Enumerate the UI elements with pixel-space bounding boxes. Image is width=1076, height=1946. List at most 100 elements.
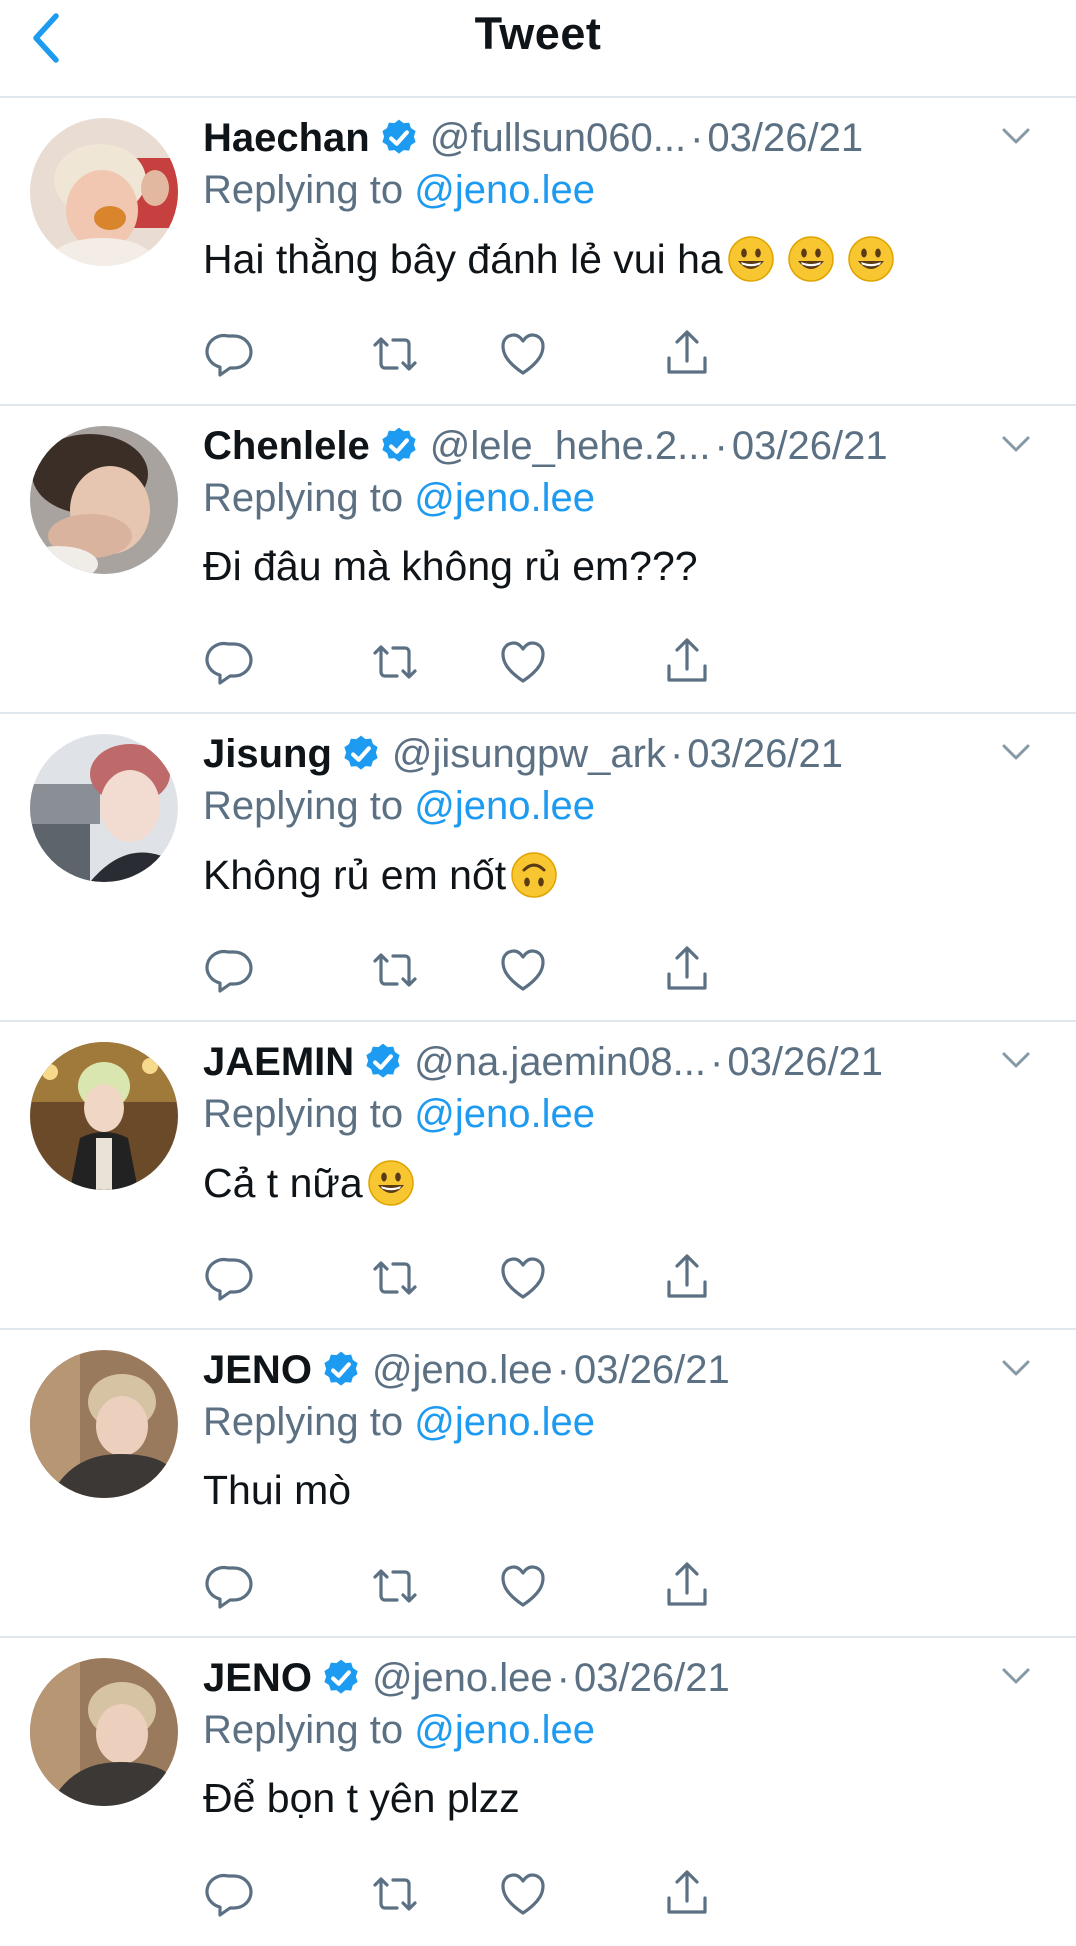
user-handle[interactable]: @jeno.lee [372, 1348, 553, 1393]
tweet-reply[interactable]: JENO @jeno.lee · 03/26/21 Replying to @j… [0, 1330, 1076, 1638]
upside-down-face-emoji [511, 852, 557, 898]
display-name[interactable]: Jisung [203, 732, 332, 777]
chevron-down-icon [1002, 1360, 1030, 1376]
more-options-button[interactable] [996, 424, 1036, 464]
retweet-icon [373, 1261, 417, 1295]
verified-badge-icon [324, 1659, 358, 1694]
page-title: Tweet [474, 8, 602, 59]
like-button[interactable] [495, 1866, 551, 1922]
reply-button[interactable] [203, 942, 259, 998]
like-button[interactable] [495, 326, 551, 382]
more-options-button[interactable] [996, 1040, 1036, 1080]
tweet-date: 03/26/21 [687, 731, 843, 776]
display-name[interactable]: JAEMIN [203, 1040, 354, 1085]
tweet-text: Cả t nữa [203, 1159, 415, 1207]
tweet-reply[interactable]: JAEMIN @na.jaemin08... · 03/26/21 Replyi… [0, 1022, 1076, 1330]
tweet-actions [203, 1558, 903, 1614]
tweet-reply[interactable]: Chenlele @lele_hehe.2... · 03/26/21 Repl… [0, 406, 1076, 714]
user-handle[interactable]: @fullsun060... [430, 116, 686, 161]
avatar[interactable] [30, 118, 178, 266]
display-name[interactable]: JENO [203, 1656, 312, 1701]
heart-icon [501, 1257, 545, 1299]
heart-icon [501, 333, 545, 375]
verified-badge-icon [324, 1351, 358, 1386]
retweet-button[interactable] [367, 634, 423, 690]
share-icon [667, 946, 707, 990]
replying-to-line: Replying to @jeno.lee [203, 476, 595, 521]
top-bar: Tweet [0, 0, 1076, 98]
tweet-date: 03/26/21 [574, 1347, 730, 1392]
display-name[interactable]: Chenlele [203, 424, 370, 469]
tweet-actions [203, 1250, 903, 1306]
mention-link[interactable]: @jeno.lee [414, 784, 595, 828]
reply-button[interactable] [203, 1250, 259, 1306]
verified-badge-icon [382, 119, 416, 154]
more-options-button[interactable] [996, 1656, 1036, 1696]
retweet-button[interactable] [367, 1866, 423, 1922]
tweet-reply[interactable]: Haechan @fullsun060... · 03/26/21 Replyi… [0, 98, 1076, 406]
comment-icon [205, 1565, 253, 1609]
avatar[interactable] [30, 426, 178, 574]
chevron-down-icon [1002, 128, 1030, 144]
more-options-button[interactable] [996, 116, 1036, 156]
retweet-button[interactable] [367, 1558, 423, 1614]
mention-link[interactable]: @jeno.lee [414, 168, 595, 212]
user-handle[interactable]: @jeno.lee [372, 1656, 553, 1701]
retweet-button[interactable] [367, 1250, 423, 1306]
tweet-actions [203, 942, 903, 998]
display-name[interactable]: JENO [203, 1348, 312, 1393]
like-button[interactable] [495, 1250, 551, 1306]
reply-button[interactable] [203, 1558, 259, 1614]
more-options-button[interactable] [996, 1348, 1036, 1388]
comment-icon [205, 1257, 253, 1301]
replying-to-line: Replying to @jeno.lee [203, 1400, 595, 1445]
tweet-reply[interactable]: JENO @jeno.lee · 03/26/21 Replying to @j… [0, 1638, 1076, 1946]
mention-link[interactable]: @jeno.lee [414, 476, 595, 520]
retweet-icon [373, 1569, 417, 1603]
tweet-reply[interactable]: Jisung @jisungpw_ark · 03/26/21 Replying… [0, 714, 1076, 1022]
separator-dot: · [669, 731, 684, 776]
separator-dot: · [710, 1039, 724, 1084]
share-button[interactable] [659, 326, 715, 382]
share-button[interactable] [659, 1250, 715, 1306]
tweet-text-content: Thui mò [203, 1467, 352, 1513]
mention-link[interactable]: @jeno.lee [414, 1092, 595, 1136]
chevron-down-icon [1002, 744, 1030, 760]
reply-button[interactable] [203, 326, 259, 382]
tweet-text-content: Để bọn t yên plzz [203, 1775, 520, 1821]
avatar[interactable] [30, 1042, 178, 1190]
share-button[interactable] [659, 1558, 715, 1614]
tweet-date: 03/26/21 [727, 1039, 884, 1084]
share-button[interactable] [659, 1866, 715, 1922]
replying-to-label: Replying to [203, 1400, 404, 1444]
user-handle[interactable]: @na.jaemin08... [414, 1040, 706, 1085]
avatar[interactable] [30, 1350, 178, 1498]
retweet-button[interactable] [367, 942, 423, 998]
display-name[interactable]: Haechan [203, 116, 370, 161]
grinning-face-emoji [367, 1160, 414, 1206]
like-button[interactable] [495, 1558, 551, 1614]
like-button[interactable] [495, 634, 551, 690]
tweet-date: 03/26/21 [707, 115, 864, 160]
tweet-text: Không rủ em nốt [203, 851, 558, 899]
share-button[interactable] [659, 942, 715, 998]
replying-to-line: Replying to @jeno.lee [203, 784, 595, 829]
reply-button[interactable] [203, 1866, 259, 1922]
tweet-text: Đi đâu mà không rủ em??? [203, 543, 698, 590]
user-handle[interactable]: @lele_hehe.2... [430, 424, 711, 469]
like-button[interactable] [495, 942, 551, 998]
more-options-button[interactable] [996, 732, 1036, 772]
chevron-down-icon [1002, 1052, 1030, 1068]
avatar[interactable] [30, 1658, 178, 1806]
mention-link[interactable]: @jeno.lee [414, 1708, 595, 1752]
share-icon [667, 1562, 707, 1606]
mention-link[interactable]: @jeno.lee [414, 1400, 595, 1444]
share-button[interactable] [659, 634, 715, 690]
user-handle[interactable]: @jisungpw_ark [392, 732, 666, 777]
reply-button[interactable] [203, 634, 259, 690]
avatar[interactable] [30, 734, 178, 882]
retweet-button[interactable] [367, 326, 423, 382]
replying-to-line: Replying to @jeno.lee [203, 1708, 595, 1753]
tweet-text-content: Đi đâu mà không rủ em??? [203, 543, 698, 589]
tweet-header: Haechan @fullsun060... · 03/26/21 [203, 110, 863, 166]
